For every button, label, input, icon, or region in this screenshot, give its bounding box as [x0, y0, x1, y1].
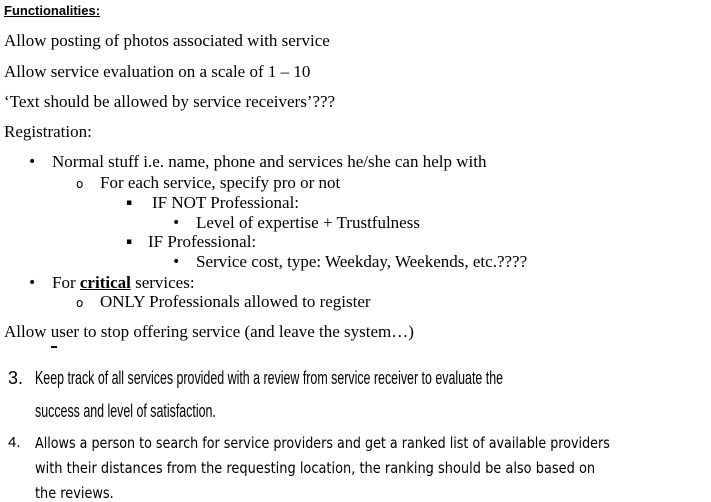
registration-line: Registration:: [4, 122, 92, 141]
stop-offering-line: Allow user to stop offering service (and…: [4, 322, 414, 341]
only-professionals-line: ONLY Professionals allowed to register: [100, 292, 371, 311]
list-item-3-line-1: Keep track of all services provided with…: [35, 368, 504, 388]
services-text: services:: [135, 273, 195, 292]
photos-line: Allow posting of photos associated with …: [4, 31, 330, 50]
bullet-square: ▪: [126, 198, 133, 208]
if-professional-line: IF Professional:: [148, 232, 257, 251]
expertise-line: Level of expertise + Trustfulness: [196, 213, 420, 232]
if-not-professional-line: IF NOT Professional:: [152, 193, 300, 212]
stray-dash-mark: [51, 346, 57, 348]
evaluation-line: Allow service evaluation on a scale of 1…: [4, 62, 311, 81]
bullet-circle: o: [76, 177, 84, 191]
bullet-circle: o: [76, 296, 84, 310]
list-number-4: 4.: [8, 434, 21, 451]
normal-stuff-line: Normal stuff i.e. name, phone and servic…: [52, 152, 487, 171]
document-page: Functionalities: Allow posting of photos…: [0, 0, 711, 502]
list-item-4-line-1: Allows a person to search for service pr…: [35, 434, 610, 452]
for-text: For: [52, 273, 76, 292]
functionalities-heading: Functionalities:: [4, 3, 101, 18]
list-number-3: 3.: [8, 368, 24, 388]
list-item-3-line-2: success and level of satisfaction.: [35, 401, 216, 421]
bullet-dot: •: [172, 254, 181, 270]
each-service-line: For each service, specify pro or not: [100, 173, 341, 192]
bullet-dot: •: [28, 275, 37, 291]
service-cost-line: Service cost, type: Weekday, Weekends, e…: [196, 252, 528, 271]
critical-word: critical: [79, 273, 131, 292]
bullet-square: ▪: [126, 237, 133, 247]
list-item-4-line-3: the reviews.: [35, 484, 114, 502]
critical-services-line: For critical services:: [52, 273, 195, 293]
bullet-dot: •: [172, 215, 181, 231]
text-allowed-line: ‘Text should be allowed by service recei…: [4, 92, 336, 111]
bullet-dot: •: [28, 154, 37, 170]
list-item-4-line-2: with their distances from the requesting…: [35, 459, 596, 477]
